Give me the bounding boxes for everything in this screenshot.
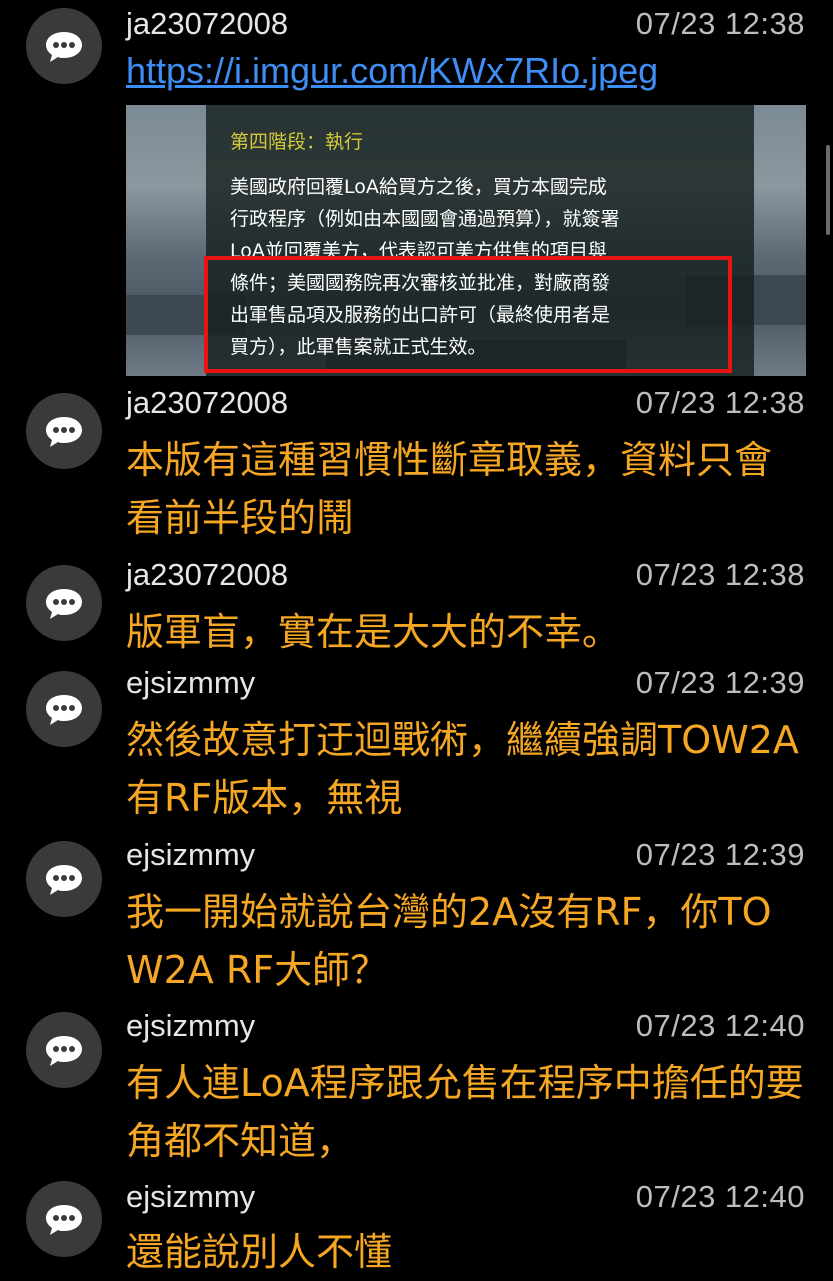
chat-bubble-icon xyxy=(46,695,82,725)
comment-author: ja23072008 xyxy=(126,557,289,592)
comment-text: 版軍盲，實在是大大的不幸。 xyxy=(126,610,621,654)
comment-author: ja23072008 xyxy=(126,385,289,420)
comment-item: ejsizmmy 07/23 12:40 有人連LoA程序跟允售在程序中擔任的要… xyxy=(0,1006,833,1171)
comment-text: 本版有這種習慣性斷章取義，資料只會看前半段的鬧 xyxy=(126,438,773,540)
chat-bubble-icon xyxy=(46,1036,82,1066)
image-text-line: 行政程序（例如由本國國會通過預算），就簽署 xyxy=(230,208,620,230)
comment-time: 07/23 12:39 xyxy=(635,665,805,700)
chat-bubble-icon xyxy=(46,1205,82,1235)
comment-item: ejsizmmy 07/23 12:40 還能說別人不懂 xyxy=(0,1177,833,1280)
comment-item: ejsizmmy 07/23 12:39 我一開始就說台灣的2A沒有RF，你TO… xyxy=(0,835,833,1000)
chat-bubble-icon xyxy=(46,589,82,619)
avatar[interactable] xyxy=(26,671,102,747)
comment-item: ja23072008 07/23 12:38 https://i.imgur.c… xyxy=(0,0,833,380)
comment-text: 有人連LoA程序跟允售在程序中擔任的要角都不知道， xyxy=(126,1061,804,1163)
comment-item: ja23072008 07/23 12:38 本版有這種習慣性斷章取義，資料只會… xyxy=(0,383,833,548)
avatar[interactable] xyxy=(26,393,102,469)
comment-item: ejsizmmy 07/23 12:39 然後故意打迂迴戰術，繼續強調TOW2A… xyxy=(0,663,833,828)
comment-author: ejsizmmy xyxy=(126,1179,256,1214)
image-link[interactable]: https://i.imgur.com/KWx7RIo.jpeg xyxy=(126,48,658,94)
avatar[interactable] xyxy=(26,1181,102,1257)
chat-bubble-icon xyxy=(46,417,82,447)
comment-author: ejsizmmy xyxy=(126,837,256,872)
image-heading: 第四階段：執行 xyxy=(230,131,364,153)
comment-text: 我一開始就說台灣的2A沒有RF，你TOW2A RF大師？ xyxy=(126,890,772,992)
avatar[interactable] xyxy=(26,8,102,84)
chat-bubble-icon xyxy=(46,865,82,895)
avatar[interactable] xyxy=(26,841,102,917)
comment-item: ja23072008 07/23 12:38 版軍盲，實在是大大的不幸。 xyxy=(0,555,833,665)
comment-author: ejsizmmy xyxy=(126,1008,256,1043)
comment-time: 07/23 12:38 xyxy=(635,557,805,592)
chat-bubble-icon xyxy=(46,32,82,62)
comment-time: 07/23 12:40 xyxy=(635,1008,805,1043)
comment-time: 07/23 12:38 xyxy=(635,6,805,41)
avatar[interactable] xyxy=(26,1012,102,1088)
highlight-box xyxy=(204,256,732,373)
image-text-line: 美國政府回覆LoA給買方之後，買方本國完成 xyxy=(230,176,607,198)
comment-author: ejsizmmy xyxy=(126,665,256,700)
comment-text: 還能說別人不懂 xyxy=(126,1230,393,1274)
avatar[interactable] xyxy=(26,565,102,641)
comment-author: ja23072008 xyxy=(126,6,289,41)
comment-time: 07/23 12:38 xyxy=(635,385,805,420)
comment-time: 07/23 12:40 xyxy=(635,1179,805,1214)
image-preview[interactable]: 第四階段：執行 美國政府回覆LoA給買方之後，買方本國完成 行政程序（例如由本國… xyxy=(126,105,806,376)
comment-text: 然後故意打迂迴戰術，繼續強調TOW2A有RF版本，無視 xyxy=(126,718,799,820)
comment-time: 07/23 12:39 xyxy=(635,837,805,872)
